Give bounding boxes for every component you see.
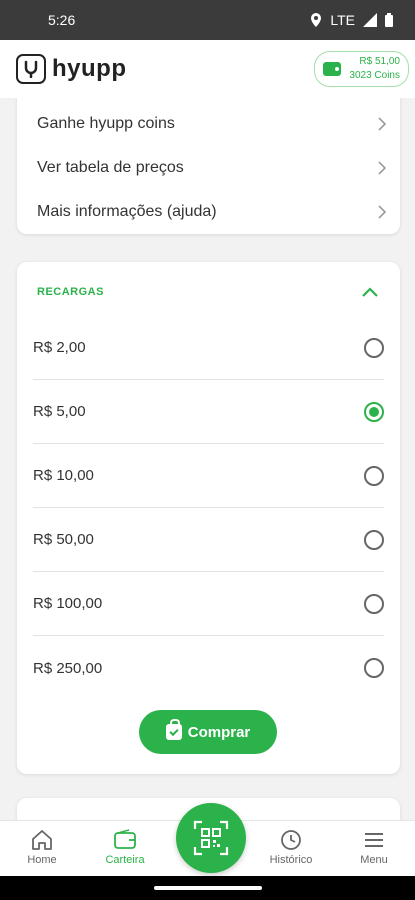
battery-icon	[385, 13, 393, 27]
gesture-bar	[0, 876, 415, 900]
status-bar: 5:26 LTE	[0, 0, 415, 40]
nav-history-label: Histórico	[269, 854, 313, 866]
chevron-right-icon	[378, 205, 386, 219]
wallet-outline-icon	[114, 829, 136, 849]
option-label: R$ 2,00	[33, 339, 86, 356]
radio-button[interactable]	[364, 529, 384, 550]
recharge-option-250[interactable]: R$ 250,00	[33, 636, 384, 700]
status-icons: LTE	[310, 12, 393, 28]
option-label: R$ 250,00	[33, 659, 103, 677]
option-label: R$ 50,00	[33, 531, 94, 548]
link-price-table[interactable]: Ver tabela de preços	[37, 146, 386, 190]
content-scroll-area[interactable]: Ganhe hyupp coins Ver tabela de preços M…	[0, 98, 415, 820]
radio-button-selected[interactable]	[364, 401, 384, 422]
chevron-right-icon	[378, 117, 386, 131]
recharge-option-5[interactable]: R$ 5,00	[33, 380, 384, 444]
link-label: Mais informações (ajuda)	[37, 203, 217, 220]
option-label: R$ 10,00	[33, 467, 94, 484]
bottom-nav: Home Carteira Histórico Menu	[0, 803, 415, 876]
recharge-option-50[interactable]: R$ 50,00	[33, 508, 384, 572]
clock-icon	[281, 830, 301, 850]
qr-scan-button[interactable]	[176, 803, 246, 873]
recharge-option-2[interactable]: R$ 2,00	[33, 316, 384, 380]
recharge-card: RECARGAS R$ 2,00 R$ 5,00 R$ 10,00 R$ 50,…	[17, 262, 400, 774]
balance-coins: 3023 Coins	[349, 70, 400, 81]
nav-home-label: Home	[27, 854, 57, 866]
status-time: 5:26	[48, 12, 76, 28]
recharge-option-100[interactable]: R$ 100,00	[33, 572, 384, 636]
logo-text: hyupp	[52, 55, 127, 82]
radio-button[interactable]	[364, 593, 384, 614]
link-more-info[interactable]: Mais informações (ajuda)	[37, 190, 386, 234]
nav-history[interactable]: Histórico	[256, 829, 326, 866]
gesture-handle[interactable]	[154, 886, 262, 890]
nav-home[interactable]: Home	[7, 829, 77, 866]
link-label: Ver tabela de preços	[37, 159, 184, 176]
radio-button[interactable]	[364, 465, 384, 486]
chevron-up-icon[interactable]	[362, 287, 378, 297]
menu-icon	[365, 833, 383, 847]
recharge-title: RECARGAS	[37, 286, 104, 298]
radio-button[interactable]	[364, 337, 384, 358]
option-label: R$ 100,00	[33, 595, 103, 612]
location-icon	[311, 13, 322, 27]
radio-button[interactable]	[364, 658, 384, 678]
recharge-option-10[interactable]: R$ 10,00	[33, 444, 384, 508]
nav-wallet-label: Carteira	[105, 854, 145, 866]
balance-chip[interactable]: R$ 51,00 3023 Coins	[314, 51, 409, 87]
buy-button[interactable]: Comprar	[139, 710, 277, 754]
chevron-right-icon	[378, 161, 386, 175]
nav-wallet[interactable]: Carteira	[90, 829, 160, 866]
buy-label: Comprar	[187, 723, 251, 741]
app-header: hyupp R$ 51,00 3023 Coins	[0, 40, 415, 98]
logo-icon	[16, 54, 46, 84]
signal-icon	[363, 13, 377, 27]
qr-code-icon	[193, 820, 229, 856]
shopping-bag-icon	[165, 719, 182, 740]
network-type: LTE	[330, 12, 355, 28]
home-icon	[32, 830, 52, 850]
hyupp-logo[interactable]: hyupp	[16, 54, 127, 84]
option-label: R$ 5,00	[33, 403, 86, 420]
link-earn-coins[interactable]: Ganhe hyupp coins	[37, 102, 386, 146]
links-card: Ganhe hyupp coins Ver tabela de preços M…	[17, 98, 400, 234]
recharge-header[interactable]: RECARGAS	[37, 280, 378, 304]
balance-money: R$ 51,00	[359, 56, 400, 67]
link-label: Ganhe hyupp coins	[37, 115, 175, 132]
nav-menu-label: Menu	[360, 854, 388, 866]
nav-menu[interactable]: Menu	[339, 829, 409, 866]
wallet-icon	[323, 62, 342, 76]
balance-text: R$ 51,00 3023 Coins	[349, 55, 400, 83]
